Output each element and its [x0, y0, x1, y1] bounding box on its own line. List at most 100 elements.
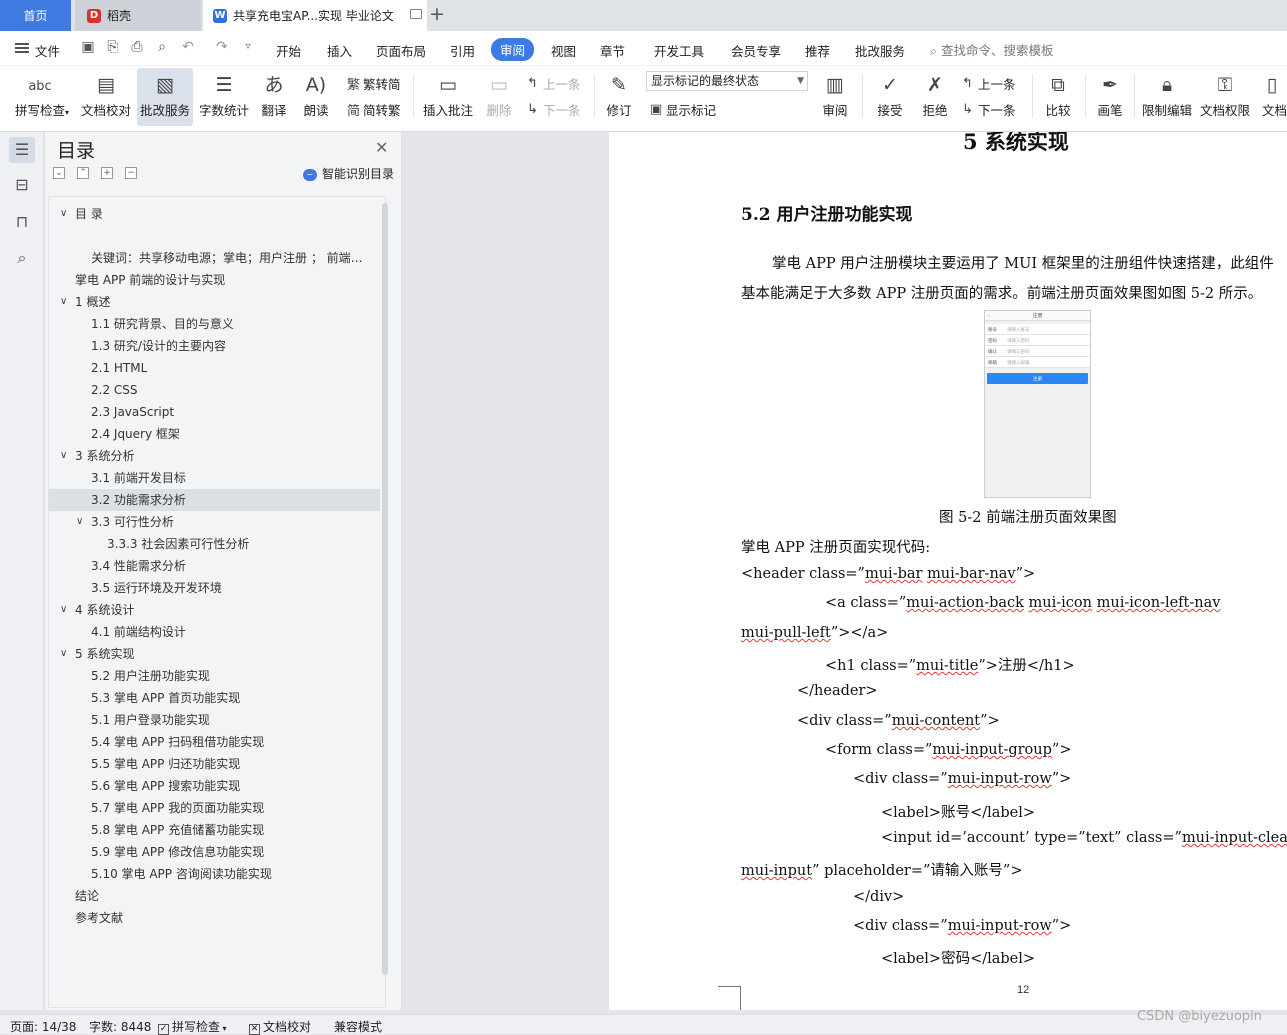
toc-item[interactable]: ∨ 3.3 可行性分析	[49, 511, 380, 533]
revise-button[interactable]: ✎ 修订	[600, 68, 638, 126]
hamburger-icon[interactable]	[15, 43, 29, 53]
print-preview-icon[interactable]: ⌕	[154, 39, 170, 55]
toc-item[interactable]: 5.10 掌电 APP 咨询阅读功能实现	[49, 863, 380, 885]
toc-item[interactable]: ∨ 4 系统设计	[49, 599, 380, 621]
menu-review[interactable]: 审阅	[491, 38, 535, 61]
menu-recommend[interactable]: 推荐	[805, 41, 830, 60]
search-icon[interactable]: ⌕	[9, 245, 35, 271]
toc-item[interactable]	[49, 225, 380, 247]
accept-button[interactable]: ✓ 接受	[870, 68, 910, 126]
toc-item[interactable]: 3.5 运行环境及开发环境	[49, 577, 380, 599]
menu-page-layout[interactable]: 页面布局	[376, 41, 426, 60]
chevron-down-icon[interactable]: ∨	[60, 445, 67, 467]
collapse-all-icon[interactable]: ⌄	[53, 167, 65, 179]
menu-insert[interactable]: 插入	[327, 41, 352, 60]
smart-toc-button[interactable]: ~ 智能识别目录	[303, 165, 394, 182]
toc-panel-icon[interactable]: ☰	[9, 137, 35, 163]
toc-item[interactable]: 2.3 JavaScript	[49, 401, 380, 423]
ink-button[interactable]: ✒ 画笔	[1092, 68, 1128, 126]
tab-home[interactable]: 首页	[0, 0, 71, 31]
close-icon[interactable]: ✕	[375, 138, 388, 157]
remove-item-icon[interactable]: −	[125, 167, 137, 179]
menu-developer[interactable]: 开发工具	[654, 41, 704, 60]
toc-item[interactable]: 5.4 掌电 APP 扫码租借功能实现	[49, 731, 380, 753]
tab-daoke[interactable]: D 稻壳	[75, 0, 201, 31]
more-doc-button[interactable]: ▯ 文档	[1258, 68, 1287, 126]
new-tab-button[interactable]: +	[429, 3, 445, 25]
toc-item[interactable]: 3.4 性能需求分析	[49, 555, 380, 577]
next-change-button[interactable]: ↳ 下一条	[962, 100, 1016, 119]
toc-item[interactable]: 5.8 掌电 APP 充值储蓄功能实现	[49, 819, 380, 841]
menu-view[interactable]: 视图	[551, 41, 576, 60]
toc-item[interactable]: 5.1 用户登录功能实现	[49, 709, 380, 731]
expand-all-icon[interactable]: ⌃	[77, 167, 89, 179]
toc-item[interactable]: 4.1 前端结构设计	[49, 621, 380, 643]
toc-item[interactable]: 5.6 掌电 APP 搜索功能实现	[49, 775, 380, 797]
spell-check-button[interactable]: abc 拼写检查 ▾	[10, 68, 70, 126]
toc-item[interactable]: 3.3.3 社会因素可行性分析	[49, 533, 380, 555]
show-markup-button[interactable]: ▣ 显示标记	[650, 100, 716, 119]
bookmark-icon[interactable]: ⊓	[9, 209, 35, 235]
customize-chevron-icon[interactable]: ▿	[240, 39, 256, 55]
page-indicator[interactable]: 页面: 14/38	[10, 1018, 76, 1035]
word-count-button[interactable]: ☰ 字数统计	[198, 68, 250, 126]
chevron-down-icon[interactable]: ∨	[60, 599, 67, 621]
menu-member[interactable]: 会员专享	[731, 41, 781, 60]
markup-state-select[interactable]: 显示标记的最终状态 ▼	[646, 71, 808, 91]
menu-correction[interactable]: 批改服务	[855, 41, 905, 60]
redo-icon[interactable]: ↷	[214, 39, 230, 55]
save-icon[interactable]: ▣	[80, 39, 96, 55]
export-pdf-icon[interactable]: ⎘	[105, 39, 121, 55]
status-doc-check[interactable]: ✕ 文档校对	[249, 1018, 311, 1035]
toc-item[interactable]: 3.2 功能需求分析	[49, 489, 380, 511]
print-icon[interactable]: ⎙	[129, 39, 145, 55]
chevron-down-icon[interactable]: ∨	[60, 203, 67, 225]
prev-change-button[interactable]: ↰ 上一条	[962, 74, 1016, 93]
toc-item[interactable]: 2.1 HTML	[49, 357, 380, 379]
menu-file[interactable]: 文件	[35, 41, 60, 60]
document-page[interactable]: 5 系统实现 5.2 用户注册功能实现 掌电 APP 用户注册模块主要运用了 M…	[609, 132, 1287, 1010]
chevron-down-icon[interactable]: ∨	[76, 511, 83, 533]
menu-chapter[interactable]: 章节	[600, 41, 625, 60]
doc-permission-button[interactable]: ⚿ 文档权限	[1198, 68, 1252, 126]
insert-comment-button[interactable]: ▭ 插入批注	[422, 68, 474, 126]
toc-item[interactable]: 掌电 APP 前端的设计与实现	[49, 269, 380, 291]
toc-item[interactable]: 1.1 研究背景、目的与意义	[49, 313, 380, 335]
next-comment-button[interactable]: ↳ 下一条	[527, 100, 581, 119]
command-search[interactable]: ⌕ 查找命令、搜索模板	[930, 40, 1054, 59]
correction-service-button[interactable]: ▧ 批改服务	[137, 68, 193, 126]
restrict-edit-button[interactable]: 🔒︎ 限制编辑	[1140, 68, 1194, 126]
outline-icon[interactable]: ⊟	[9, 172, 35, 198]
translate-button[interactable]: あ翻译	[256, 68, 292, 126]
compare-button[interactable]: ⧉ 比较	[1038, 68, 1078, 126]
review-pane-button[interactable]: ▥ 审阅	[815, 68, 855, 126]
read-aloud-button[interactable]: A) 朗读	[300, 68, 332, 126]
doc-check-button[interactable]: ▤ 文档校对	[80, 68, 132, 126]
toc-item[interactable]: 5.9 掌电 APP 修改信息功能实现	[49, 841, 380, 863]
toc-item[interactable]: 5.3 掌电 APP 首页功能实现	[49, 687, 380, 709]
chevron-down-icon[interactable]: ∨	[60, 643, 67, 665]
delete-comment-button[interactable]: ▭ 删除	[481, 68, 517, 126]
reject-button[interactable]: ✗ 拒绝	[915, 68, 955, 126]
toc-scrollbar[interactable]	[382, 203, 388, 975]
toc-item[interactable]: 5.5 掌电 APP 归还功能实现	[49, 753, 380, 775]
tab-document[interactable]: W 共享充电宝AP...实现 毕业论文	[203, 0, 427, 31]
toc-item[interactable]: 2.4 Jquery 框架	[49, 423, 380, 445]
toc-item[interactable]: 2.2 CSS	[49, 379, 380, 401]
toc-item[interactable]: 5.2 用户注册功能实现	[49, 665, 380, 687]
word-count-indicator[interactable]: 字数: 8448	[89, 1018, 151, 1035]
toc-item[interactable]: 结论	[49, 885, 380, 907]
simp-to-trad-button[interactable]: 简简转繁	[347, 100, 401, 119]
chevron-down-icon[interactable]: ∨	[60, 291, 67, 313]
toc-item[interactable]: ∨ 5 系统实现	[49, 643, 380, 665]
menu-reference[interactable]: 引用	[450, 41, 475, 60]
toc-item[interactable]: ∨ 1 概述	[49, 291, 380, 313]
prev-comment-button[interactable]: ↰ 上一条	[527, 74, 581, 93]
status-spell-check[interactable]: ✓ 拼写检查 ▾	[158, 1018, 227, 1035]
toc-item[interactable]: 1.3 研究/设计的主要内容	[49, 335, 380, 357]
toc-item[interactable]: ∨ 3 系统分析	[49, 445, 380, 467]
add-item-icon[interactable]: +	[101, 167, 113, 179]
menu-start[interactable]: 开始	[276, 41, 301, 60]
screen-icon[interactable]	[410, 9, 422, 19]
toc-item[interactable]: 3.1 前端开发目标	[49, 467, 380, 489]
